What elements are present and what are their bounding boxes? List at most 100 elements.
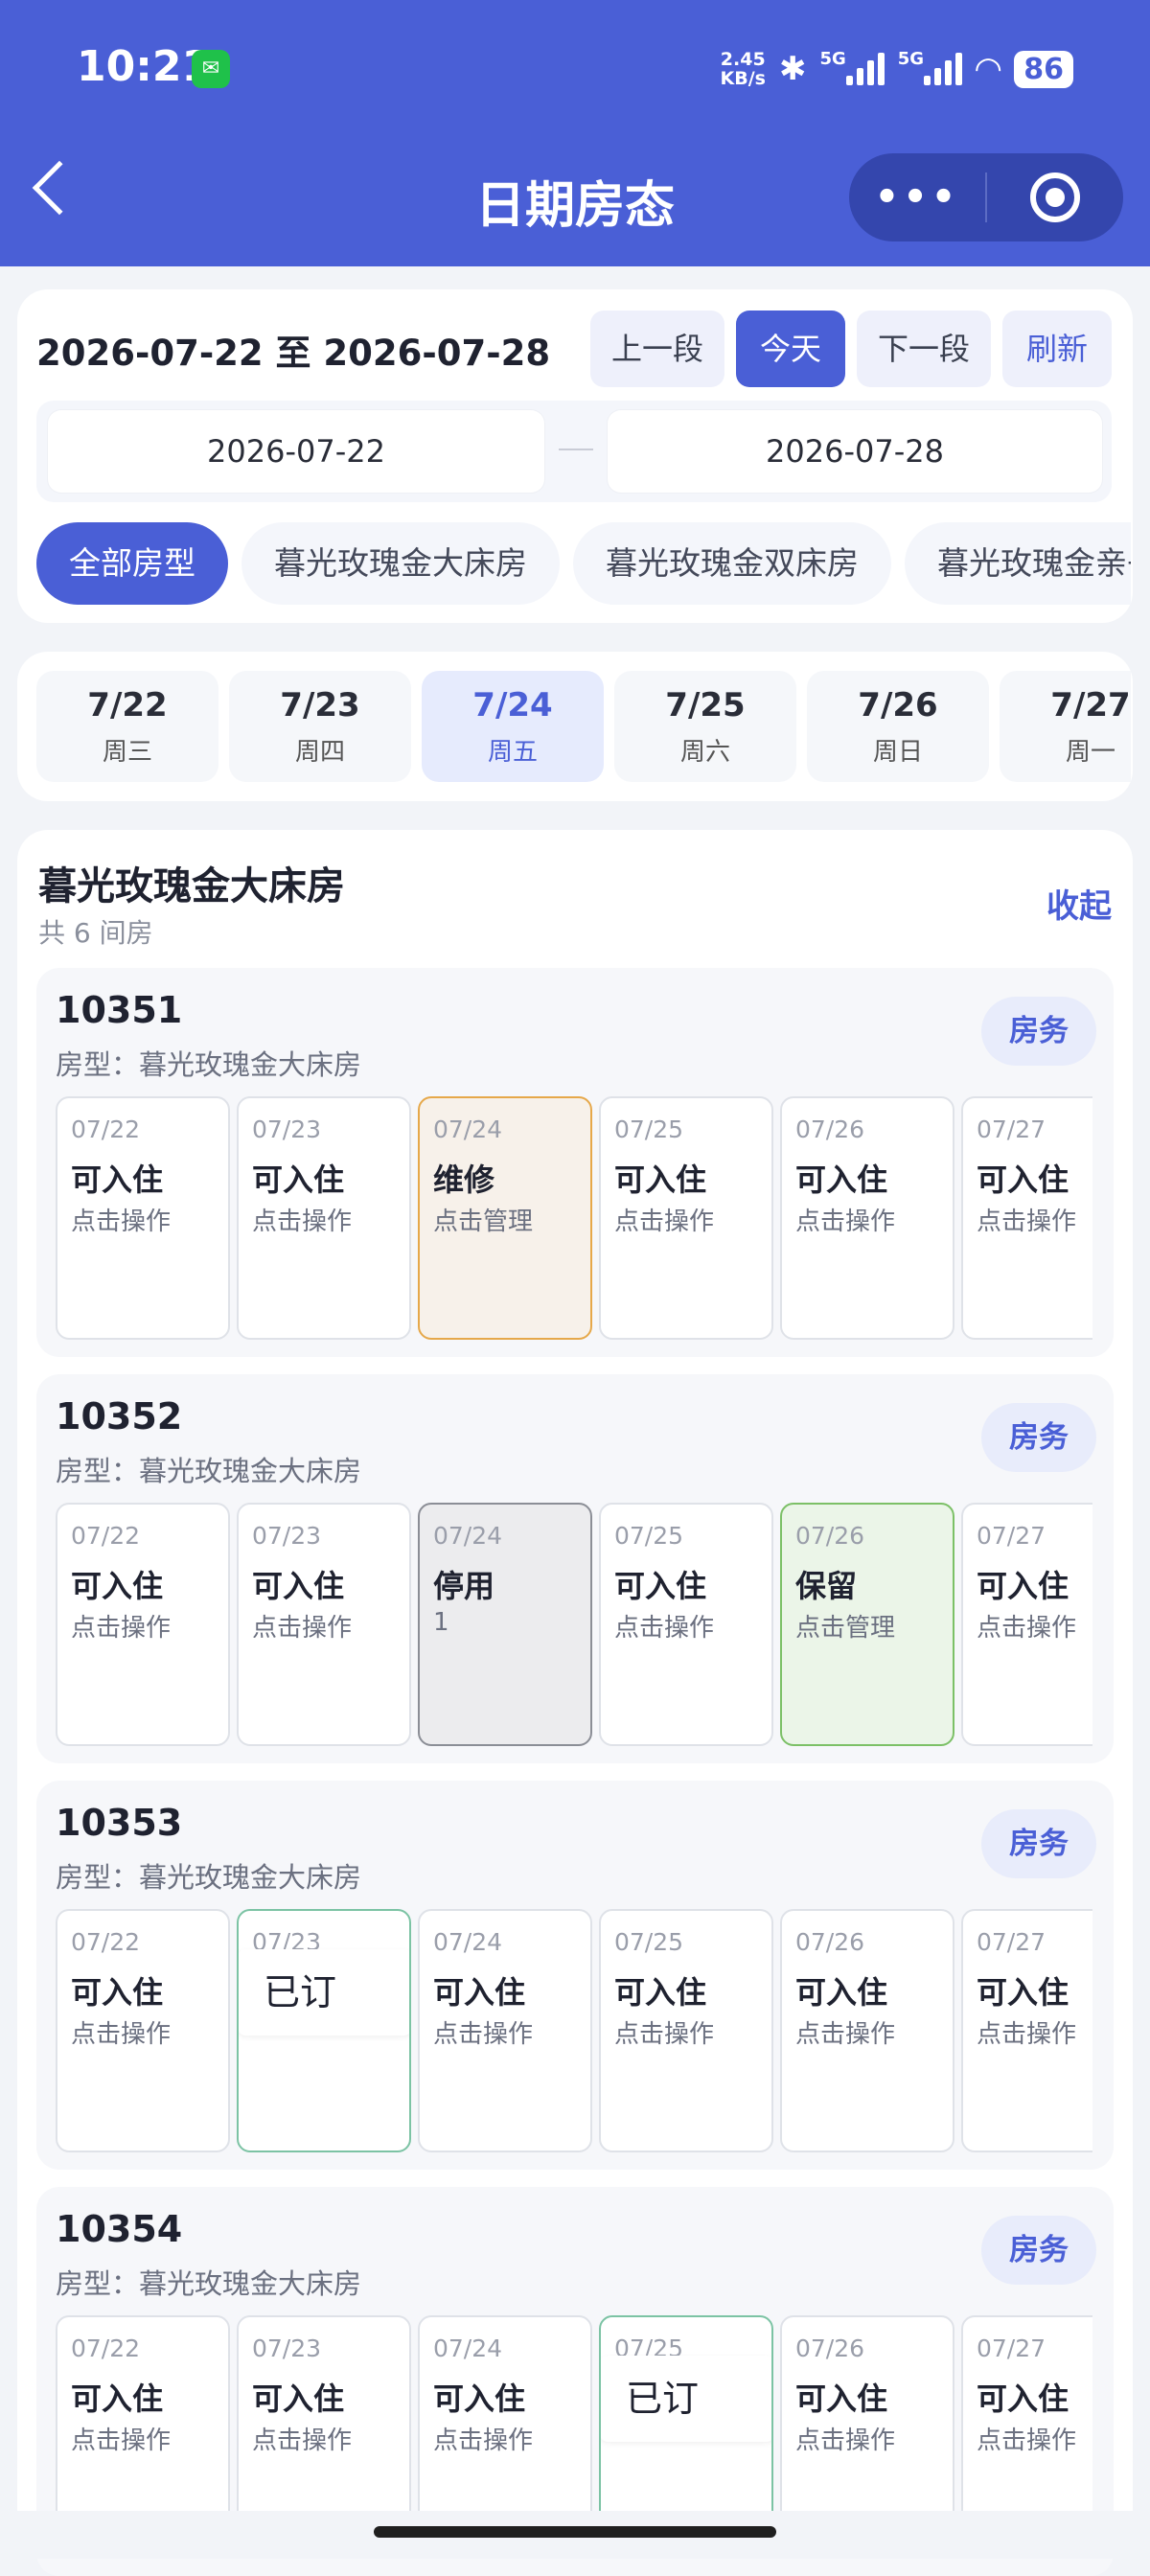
start-date-field[interactable]: 2026-07-22 — [48, 410, 544, 493]
cell-status: 可入住 — [252, 1162, 345, 1198]
cell-action: 点击操作 — [71, 1208, 172, 1236]
room-day-cell[interactable]: 07/23 可入住点击操作 — [237, 1096, 411, 1340]
cell-action: 点击操作 — [614, 1208, 715, 1236]
room-day-cell[interactable]: 07/25 可入住 点击操作 — [599, 1503, 773, 1746]
room-type-chip[interactable]: 全部房型 — [36, 522, 228, 605]
home-indicator[interactable] — [374, 2526, 776, 2538]
room-day-cell[interactable]: 07/23 可入住 点击操作 — [237, 1503, 411, 1746]
cell-action: 点击操作 — [977, 2426, 1077, 2455]
cell-status: 可入住 — [71, 1974, 164, 2011]
room-type-chip[interactable]: 暮光玫瑰金大床房 — [242, 522, 560, 605]
cell-action: 点击操作 — [252, 2426, 353, 2455]
day-date: 7/23 — [280, 686, 360, 724]
room-day-cell[interactable]: 07/26 保留 点击管理 — [780, 1503, 954, 1746]
housekeeping-button[interactable]: 房务 — [981, 1809, 1096, 1878]
day-tab[interactable]: 7/23 周四 — [229, 671, 411, 782]
today-button[interactable]: 今天 — [736, 310, 845, 387]
room-day-cell[interactable]: 07/22 可入住 点击操作 — [56, 1096, 230, 1340]
day-tab[interactable]: 7/22 周三 — [36, 671, 218, 782]
cell-date: 07/24 — [433, 1522, 503, 1550]
cell-status: 可入住 — [252, 2380, 345, 2417]
housekeeping-button[interactable]: 房务 — [981, 2216, 1096, 2285]
room-type-label: 房型：暮光玫瑰金大床房 — [56, 1861, 362, 1894]
cell-status: 保留 — [795, 1568, 858, 1604]
day-date: 7/26 — [858, 686, 938, 724]
cell-date: 07/26 — [795, 1116, 865, 1143]
day-weekday: 周日 — [872, 738, 923, 767]
network-type-2: 5G — [897, 49, 925, 69]
day-tab[interactable]: 7/27 周一 — [1000, 671, 1131, 782]
cell-action: 点击操作 — [795, 2426, 896, 2455]
room-number: 10352 — [56, 1395, 183, 1438]
day-weekday: 周四 — [294, 738, 345, 767]
room-type-chips: 全部房型暮光玫瑰金大床房暮光玫瑰金双床房暮光玫瑰金亲子 — [36, 522, 1131, 605]
cell-date: 07/26 — [795, 2334, 865, 2362]
signal-bars-icon — [924, 49, 963, 85]
day-tab[interactable]: 7/25 周六 — [614, 671, 796, 782]
cell-status: 可入住 — [614, 1568, 707, 1604]
cell-status: 停用 — [433, 1568, 495, 1604]
room-card: 10353 房型：暮光玫瑰金大床房 房务 07/22 可入住点击操作 07/23 已订 07/… — [36, 1781, 1114, 2170]
refresh-button[interactable]: 刷新 — [1002, 310, 1112, 387]
signal-bars-icon — [845, 49, 885, 85]
cell-status: 可入住 — [433, 1974, 526, 2011]
room-type-chip[interactable]: 暮光玫瑰金亲子 — [905, 522, 1131, 605]
day-weekday: 周一 — [1065, 738, 1116, 767]
cell-date: 07/27 — [977, 1522, 1046, 1550]
room-number: 10353 — [56, 1802, 183, 1844]
end-date-field[interactable]: 2026-07-28 — [608, 410, 1102, 493]
room-day-cell[interactable]: 07/24 停用 1 — [418, 1503, 592, 1746]
collapse-button[interactable]: 收起 — [1046, 880, 1112, 927]
room-day-cell[interactable]: 07/27 可入住 点击操作 — [961, 1096, 1092, 1340]
day-tab[interactable]: 7/26 周日 — [807, 671, 989, 782]
room-type-label: 房型：暮光玫瑰金大床房 — [56, 1048, 362, 1081]
room-day-cell[interactable]: 07/24 可入住 点击操作 — [418, 1909, 592, 2152]
cell-date: 07/22 — [71, 2334, 141, 2362]
cell-action: 点击管理 — [433, 1208, 534, 1236]
target-close-icon[interactable] — [987, 172, 1123, 222]
cell-status: 可入住 — [71, 1162, 164, 1198]
room-day-cell[interactable]: 07/22 可入住 点击操作 — [56, 1503, 230, 1746]
bluetooth-icon: ✱ — [778, 50, 807, 88]
day-tab[interactable]: 7/24 周五 — [422, 671, 604, 782]
room-day-cell[interactable]: 07/25 可入住 点击操作 — [599, 1096, 773, 1340]
cell-date: 07/23 — [252, 1116, 322, 1143]
wifi-icon: ◠ — [976, 50, 1001, 88]
room-day-cell[interactable]: 07/23 已订 — [237, 1909, 411, 2152]
cell-action: 点击操作 — [795, 1208, 896, 1236]
wechat-icon: ✉ — [192, 50, 230, 88]
cell-action: 点击操作 — [252, 1208, 353, 1236]
housekeeping-button[interactable]: 房务 — [981, 1403, 1096, 1472]
status-icons: 2.45 KB/s ✱ 5G 5G ◠ 86 — [721, 42, 1073, 96]
room-day-cell[interactable]: 07/26 可入住 点击操作 — [780, 1909, 954, 2152]
housekeeping-button[interactable]: 房务 — [981, 997, 1096, 1066]
cell-action: 点击操作 — [614, 1614, 715, 1643]
battery-level: 86 — [1014, 50, 1073, 88]
cell-date: 07/25 — [614, 1116, 684, 1143]
prev-period-button[interactable]: 上一段 — [590, 310, 724, 387]
network-speed: 2.45 KB/s — [721, 50, 766, 88]
cell-date: 07/23 — [252, 1522, 322, 1550]
room-day-cell[interactable]: 07/25 可入住 点击操作 — [599, 1909, 773, 2152]
room-type-label: 房型：暮光玫瑰金大床房 — [56, 1455, 362, 1487]
cell-date: 07/26 — [795, 1522, 865, 1550]
cell-action: 点击操作 — [795, 2020, 896, 2049]
cell-action: 点击操作 — [433, 2426, 534, 2455]
room-day-cell[interactable]: 07/27 可入住 点击操作 — [961, 1503, 1092, 1746]
cell-action: 点击操作 — [433, 2020, 534, 2049]
room-day-cells: 07/22 可入住 点击操作 07/23 已订 07/24 可入住 点击操作 07/25 可入住点… — [56, 1909, 1092, 2154]
room-day-cell[interactable]: 07/22 可入住 点击操作 — [56, 1909, 230, 2152]
cell-status: 可入住 — [795, 1162, 888, 1198]
more-dots-icon[interactable]: ••• — [849, 178, 985, 217]
room-card: 10352 房型：暮光玫瑰金大床房 房务 07/22 可入住 点击操作 07/23 可入住 点击… — [36, 1374, 1114, 1763]
room-type-chip[interactable]: 暮光玫瑰金双床房 — [573, 522, 891, 605]
room-day-cell[interactable]: 07/24 维修 点击管理 — [418, 1096, 592, 1340]
room-day-cell[interactable]: 07/27 可入住 点击操作 — [961, 1909, 1092, 2152]
header-bar: 10:21 ✉ 2.45 KB/s ✱ 5G 5G ◠ 86 日期房态 ••• — [0, 0, 1150, 266]
section-title: 暮光玫瑰金大床房 — [38, 864, 345, 908]
cell-status: 可入住 — [977, 1974, 1070, 2011]
next-period-button[interactable]: 下一段 — [857, 310, 991, 387]
cell-date: 07/22 — [71, 1928, 141, 1956]
cell-action: 点击操作 — [252, 1614, 353, 1643]
room-day-cell[interactable]: 07/26 可入住点击操作 — [780, 1096, 954, 1340]
